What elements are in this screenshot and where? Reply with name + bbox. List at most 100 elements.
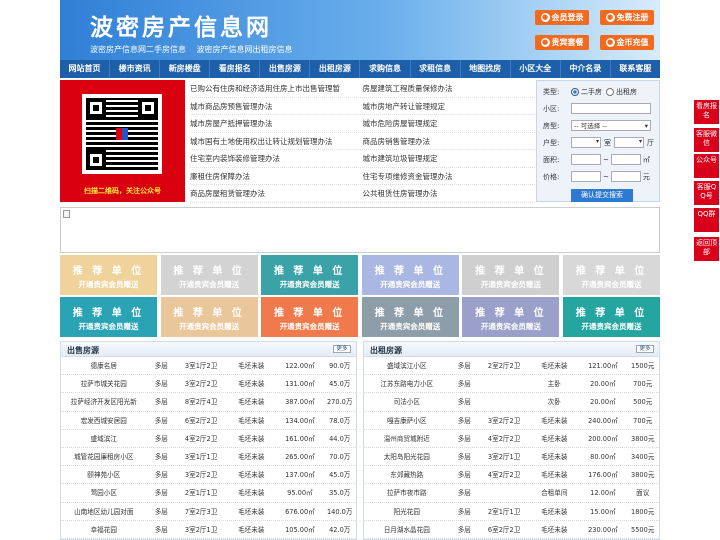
price-min-input[interactable]: [571, 171, 601, 182]
policy-link[interactable]: 住宅室内装饰装修管理办法: [190, 150, 363, 167]
nav-item[interactable]: 楼市资讯: [110, 60, 161, 78]
nav-item[interactable]: 求购信息: [360, 60, 411, 78]
sidebar-viewing-signup[interactable]: 看房报名: [694, 100, 719, 124]
price-max-input[interactable]: [610, 171, 641, 182]
listing-name[interactable]: 山南地区幼儿园对面: [61, 503, 147, 520]
recommend-tile[interactable]: 推 荐 单 位开通贵宾会员赠送: [60, 255, 157, 295]
table-row[interactable]: 司法小区 多层 次卧 20.00㎡ 500元: [364, 393, 659, 412]
nav-item[interactable]: 联系客服: [611, 60, 660, 78]
policy-link[interactable]: 房屋建筑工程质量保修办法: [363, 80, 536, 97]
listing-name[interactable]: 幸福花园: [61, 521, 147, 538]
ad-banner[interactable]: [60, 207, 660, 253]
listing-name[interactable]: 拉萨市夜市路: [364, 484, 450, 501]
listing-name[interactable]: 城管花园廉租房小区: [61, 448, 147, 465]
vip-package-button[interactable]: ● 贵宾套餐: [535, 35, 589, 50]
table-row[interactable]: 东郊藏热路 多层 4室2厅2卫 毛坯未装 176.00㎡ 3800元: [364, 466, 659, 485]
table-row[interactable]: 阳光花园 多层 2室1厅1卫 毛坯未装 15.00㎡ 1800元: [364, 503, 659, 521]
nav-item[interactable]: 出租房源: [310, 60, 361, 78]
nav-item[interactable]: 看房报名: [210, 60, 261, 78]
recommend-tile[interactable]: 推 荐 单 位开通贵宾会员赠送: [563, 255, 660, 295]
room-select[interactable]: -- 可选择 -- ▾: [571, 120, 651, 131]
nav-item[interactable]: 地图找房: [461, 60, 511, 78]
nav-item[interactable]: 求租信息: [411, 60, 461, 78]
policy-link[interactable]: 商品房屋租赁管理办法: [190, 185, 363, 202]
radio-secondhand[interactable]: [571, 88, 579, 96]
listing-name[interactable]: 莺园小区: [61, 484, 147, 501]
policy-link[interactable]: 已购公有住房和经济适用住房上市出售管理暂: [190, 80, 363, 97]
sidebar-qq-group[interactable]: QQ群: [694, 208, 719, 232]
table-row[interactable]: 拉萨市城关花园 多层 3室2厅2卫 毛坯未装 131.00㎡ 45.0万: [61, 375, 356, 394]
rent-more-button[interactable]: 更多: [636, 345, 654, 353]
recommend-tile[interactable]: 推 荐 单 位开通贵宾会员赠送: [361, 255, 459, 295]
table-row[interactable]: 德康名居 多层 3室1厅2卫 毛坯未装 122.00㎡ 90.0万: [61, 357, 356, 376]
recommend-tile[interactable]: 推 荐 单 位开通贵宾会员赠送: [361, 297, 459, 337]
table-row[interactable]: 盛域滨江小区 多层 2室2厅2卫 毛坯未装 121.00㎡ 1500元: [364, 357, 659, 376]
table-row[interactable]: 莺园小区 多层 2室1厅1卫 毛坯未装 95.00㎡ 35.0万: [61, 484, 356, 503]
listing-name[interactable]: 江苏东路电力小区: [364, 375, 450, 392]
sidebar-wechat[interactable]: 客服微信: [694, 128, 719, 152]
halls-select[interactable]: ▾: [614, 137, 644, 148]
listing-name[interactable]: 日月湖水晶花园: [364, 521, 450, 538]
nav-item[interactable]: 出售房源: [260, 60, 311, 78]
recommend-tile[interactable]: 推 荐 单 位开通贵宾会员赠送: [462, 255, 560, 295]
table-row[interactable]: 嘎吉康萨小区 多层 3室2厅2卫 毛坯未装 240.00㎡ 700元: [364, 412, 659, 430]
nav-item[interactable]: 中介名录: [561, 60, 611, 78]
policy-link[interactable]: 城市危险房屋管理规定: [363, 115, 536, 132]
area-max-input[interactable]: [610, 154, 641, 165]
table-row[interactable]: 盛域滨江 多层 4室2厅2卫 毛坯未装 161.00㎡ 44.0万: [61, 430, 356, 448]
table-row[interactable]: 城管花园廉租房小区 多层 3室1厅1卫 毛坯未装 265.00㎡ 70.0万: [61, 448, 356, 467]
table-row[interactable]: 宏发西城安居园 多层 6室2厅2卫 毛坯未装 134.00㎡ 78.0万: [61, 412, 356, 430]
table-row[interactable]: 太阳岛阳光花园 多层 3室2厅1卫 毛坯未装 80.00㎡ 3400元: [364, 448, 659, 467]
listing-name[interactable]: 德康名居: [61, 357, 147, 374]
policy-link[interactable]: 城市国有土地使用权出让转让规划管理办法: [190, 133, 363, 150]
recommend-tile[interactable]: 推 荐 单 位开通贵宾会员赠送: [160, 297, 258, 337]
recommend-tile[interactable]: 推 荐 单 位开通贵宾会员赠送: [261, 297, 359, 337]
policy-link[interactable]: 城市建筑垃圾管理规定: [363, 150, 536, 167]
table-row[interactable]: 日月湖水晶花园 多层 6室2厅2卫 毛坯未装 230.00㎡ 5500元: [364, 521, 659, 539]
table-row[interactable]: 拉萨市夜市路 多层 合租单间 12.00㎡ 面议: [364, 484, 659, 503]
area-min-input[interactable]: [571, 154, 601, 165]
back-to-top-button[interactable]: 返回顶部: [694, 237, 719, 261]
policy-link[interactable]: 城市房屋产抵押管理办法: [190, 115, 363, 132]
recommend-tile[interactable]: 推 荐 单 位开通贵宾会员赠送: [60, 297, 157, 337]
listing-name[interactable]: 阳光花园: [364, 503, 450, 520]
sub-link-sale[interactable]: 波密房产信息网二手房信息: [90, 45, 186, 54]
sidebar-qq[interactable]: 客服QQ号: [694, 181, 719, 205]
table-row[interactable]: 温州商贸城附近 多层 4室2厅2卫 毛坯未装 200.00㎡ 3800元: [364, 430, 659, 448]
table-row[interactable]: 江苏东路电力小区 多层 主卧 20.00㎡ 700元: [364, 375, 659, 394]
recommend-tile[interactable]: 推 荐 单 位开通贵宾会员赠送: [160, 255, 258, 295]
policy-link[interactable]: 住宅专项维修资金管理办法: [363, 168, 536, 185]
rooms-select[interactable]: ▾: [571, 137, 601, 148]
free-register-button[interactable]: ● 免费注册: [600, 10, 654, 25]
nav-item[interactable]: 网站首页: [60, 60, 111, 78]
recommend-tile[interactable]: 推 荐 单 位开通贵宾会员赠送: [261, 255, 359, 295]
listing-name[interactable]: 司法小区: [364, 393, 450, 410]
radio-rent[interactable]: [606, 88, 614, 96]
policy-link[interactable]: 廉租住房保障办法: [190, 168, 363, 185]
site-logo[interactable]: 波密房产信息网: [90, 8, 272, 42]
policy-link[interactable]: 商品房销售管理办法: [363, 133, 536, 150]
sub-link-rent[interactable]: 波密房产信息网出租房信息: [197, 45, 293, 54]
listing-name[interactable]: 拉萨市城关花园: [61, 375, 147, 392]
nav-item[interactable]: 小区大全: [511, 60, 561, 78]
sale-more-button[interactable]: 更多: [333, 345, 351, 353]
listing-name[interactable]: 温州商贸城附近: [364, 430, 450, 447]
listing-name[interactable]: 东郊藏热路: [364, 466, 450, 483]
policy-link[interactable]: 城市房地产转让管理规定: [363, 98, 536, 115]
listing-name[interactable]: 太阳岛阳光花园: [364, 448, 450, 465]
member-login-button[interactable]: ● 会员登录: [535, 10, 589, 25]
listing-name[interactable]: 拉萨经济开发区阳光新: [61, 393, 147, 410]
table-row[interactable]: 幸福花园 多层 3室2厅1卫 毛坯未装 105.00㎡ 42.0万: [61, 521, 356, 539]
coin-recharge-button[interactable]: ● 金币充值: [600, 35, 654, 50]
sidebar-official-account[interactable]: 公众号: [694, 154, 719, 178]
listing-name[interactable]: 宏发西城安居园: [61, 412, 147, 429]
table-row[interactable]: 山南地区幼儿园对面 多层 7室2厅3卫 毛坯未装 676.00㎡ 140.0万: [61, 503, 356, 521]
table-row[interactable]: 拉萨经济开发区阳光新 多层 8室2厅4卫 毛坯未装 387.00㎡ 270.0万: [61, 393, 356, 412]
listing-name[interactable]: 盛域滨江小区: [364, 357, 450, 374]
search-submit-button[interactable]: 确认提交搜索: [571, 189, 633, 202]
policy-link[interactable]: 城市商品房预售管理办法: [190, 98, 363, 115]
policy-link[interactable]: 公共租赁住房管理办法: [363, 185, 536, 202]
listing-name[interactable]: 盛域滨江: [61, 430, 147, 447]
table-row[interactable]: 颐神苑小区 多层 3室2厅2卫 毛坯未装 137.00㎡ 45.0万: [61, 466, 356, 485]
listing-name[interactable]: 颐神苑小区: [61, 466, 147, 483]
